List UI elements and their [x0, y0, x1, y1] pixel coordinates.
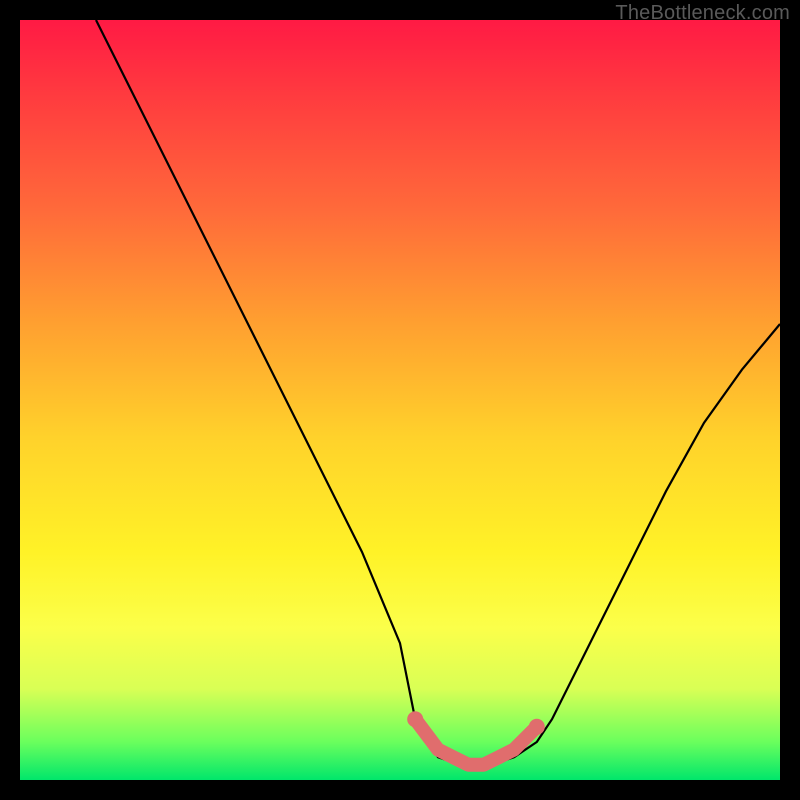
- bottleneck-markers: [415, 719, 537, 765]
- curve-layer: [20, 20, 780, 780]
- chart-frame: TheBottleneck.com: [0, 0, 800, 800]
- watermark-text: TheBottleneck.com: [615, 2, 790, 25]
- bottleneck-curve: [96, 20, 780, 765]
- marker-dot-left: [407, 711, 423, 727]
- marker-dot-right: [529, 719, 545, 735]
- plot-area: [20, 20, 780, 780]
